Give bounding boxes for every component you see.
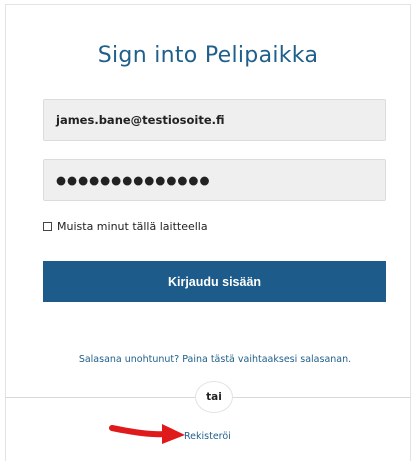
password-value: ●●●●●●●●●●●●●● bbox=[56, 173, 211, 187]
remember-checkbox[interactable] bbox=[43, 222, 52, 231]
forgot-password-link[interactable]: Salasana unohtunut? Paina tästä vaihtaak… bbox=[0, 354, 416, 365]
email-field[interactable]: james.bane@testiosoite.fi bbox=[43, 99, 386, 141]
page-title: Sign into Pelipaikka bbox=[97, 43, 319, 68]
email-value: james.bane@testiosoite.fi bbox=[56, 113, 225, 127]
register-link[interactable]: Rekisteröi bbox=[184, 431, 231, 442]
login-page: Sign into Pelipaikka james.bane@testioso… bbox=[0, 0, 416, 461]
red-arrow-icon bbox=[109, 424, 185, 444]
remember-me[interactable]: Muista minut tällä laitteella bbox=[43, 220, 208, 233]
or-separator: tai bbox=[195, 381, 233, 413]
password-field[interactable]: ●●●●●●●●●●●●●● bbox=[43, 159, 386, 201]
login-button[interactable]: Kirjaudu sisään bbox=[43, 261, 386, 302]
remember-label: Muista minut tällä laitteella bbox=[57, 220, 208, 233]
